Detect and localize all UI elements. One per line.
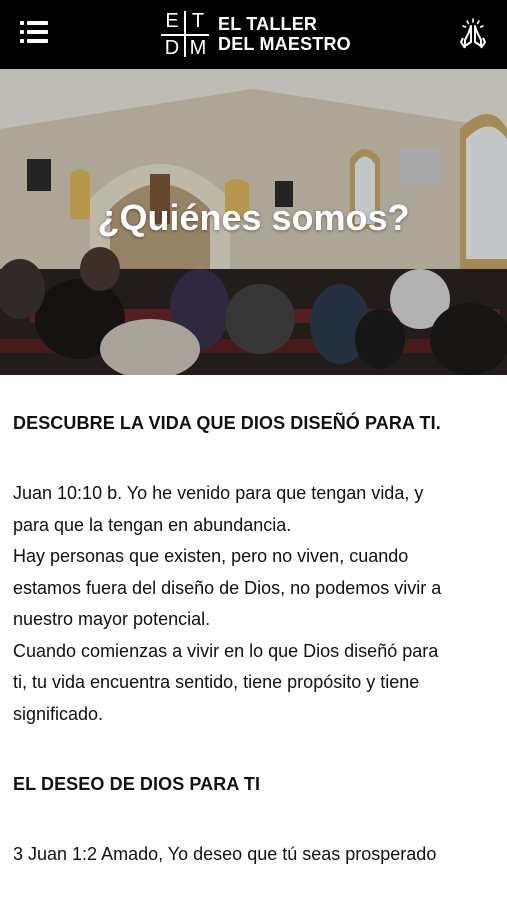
section-heading-2: EL DESEO DE DIOS PARA TI <box>13 774 261 794</box>
body-line: 3 Juan 1:2 Amado, Yo deseo que tú seas p… <box>13 844 437 864</box>
logo-letter-t: T <box>191 10 205 32</box>
logo-letter-m: M <box>189 37 207 59</box>
body-line: para que la tengan en abundancia. <box>13 514 292 535</box>
body-line: Hay personas que existen, pero no viven,… <box>13 546 409 566</box>
body-line: estamos fuera del diseño de Dios, no pod… <box>13 577 442 598</box>
section-heading-1: DESCUBRE LA VIDA QUE DIOS DISEÑÓ PARA TI… <box>13 413 441 433</box>
logo-monogram: E T D M <box>160 9 210 59</box>
main-content: DESCUBRE LA VIDA QUE DIOS DISEÑÓ PARA TI… <box>0 375 507 871</box>
top-navigation-bar: E T D M EL TALLER DEL MAESTRO <box>0 0 507 69</box>
body-line: Juan 10:10 b. Yo he venido para que teng… <box>13 483 424 503</box>
body-line: nuestro mayor potencial. <box>13 609 211 629</box>
site-logo[interactable]: E T D M EL TALLER DEL MAESTRO <box>160 9 351 59</box>
logo-divider-horizontal <box>161 34 209 36</box>
hamburger-menu-icon[interactable] <box>20 21 48 47</box>
praying-hands-icon[interactable] <box>459 18 487 50</box>
logo-letter-e: E <box>165 10 179 32</box>
body-line: ti, tu vida encuentra sentido, tiene pro… <box>13 672 420 692</box>
body-line: significado. <box>13 703 104 724</box>
hero-title: ¿Quiénes somos? <box>97 197 410 238</box>
logo-letter-d: D <box>164 37 180 59</box>
logo-line-1: EL TALLER <box>218 14 318 34</box>
hero-banner: ¿Quiénes somos? <box>0 69 507 375</box>
logo-wordmark: EL TALLER DEL MAESTRO <box>218 14 351 54</box>
body-line: Cuando comienzas a vivir en lo que Dios … <box>13 640 439 661</box>
section-body-1: Juan 10:10 b. Yo he venido para que teng… <box>13 478 494 730</box>
logo-line-2: DEL MAESTRO <box>218 34 351 54</box>
